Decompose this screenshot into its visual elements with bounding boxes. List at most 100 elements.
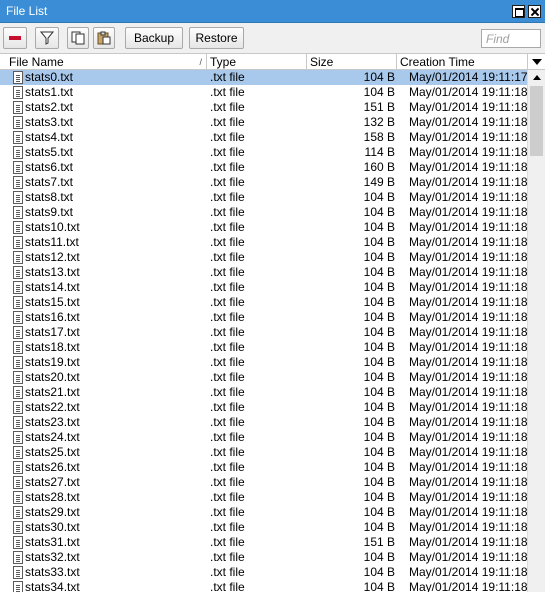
scrollbar-thumb[interactable]	[530, 86, 543, 156]
file-type-cell: .txt file	[210, 70, 245, 84]
table-row[interactable]: stats23.txt .txt file 104 B May/01/2014 19:…	[0, 415, 528, 430]
file-size-cell: 132 B	[363, 115, 395, 129]
file-type-cell: .txt file	[210, 355, 245, 369]
find-input[interactable]	[481, 29, 541, 48]
file-type-cell: .txt file	[210, 445, 245, 459]
file-name-cell: stats3.txt	[25, 115, 74, 129]
text-file-icon	[13, 221, 23, 234]
table-row[interactable]: stats6.txt .txt file 160 B May/01/2014 19:1…	[0, 160, 528, 175]
table-row[interactable]: stats31.txt .txt file 151 B May/01/2014 19:…	[0, 535, 528, 550]
creation-time-cell: May/01/2014 19:11:18	[409, 325, 528, 339]
file-size-cell: 104 B	[363, 340, 395, 354]
file-name-cell: stats26.txt	[25, 460, 80, 474]
column-menu-dropdown-icon[interactable]	[527, 54, 545, 70]
file-name-cell: stats20.txt	[25, 370, 80, 384]
file-name-cell: stats15.txt	[25, 295, 80, 309]
file-type-cell: .txt file	[210, 130, 245, 144]
text-file-icon	[13, 386, 23, 399]
backup-button[interactable]: Backup	[125, 27, 183, 49]
file-name-cell: stats27.txt	[25, 475, 80, 489]
column-header-file-name[interactable]: File Name /	[6, 54, 207, 70]
text-file-icon	[13, 236, 23, 249]
table-row[interactable]: stats2.txt .txt file 151 B May/01/2014 19:1…	[0, 100, 528, 115]
creation-time-cell: May/01/2014 19:11:18	[409, 460, 528, 474]
file-type-cell: .txt file	[210, 280, 245, 294]
scroll-up-icon[interactable]	[528, 70, 545, 85]
remove-button[interactable]	[3, 27, 27, 49]
table-row[interactable]: stats8.txt .txt file 104 B May/01/2014 19:1…	[0, 190, 528, 205]
close-icon[interactable]	[528, 5, 541, 18]
filter-icon	[40, 31, 54, 45]
table-row[interactable]: stats0.txt .txt file 104 B May/01/2014 19:1…	[0, 70, 528, 85]
table-row[interactable]: stats22.txt .txt file 104 B May/01/2014 19:…	[0, 400, 528, 415]
table-row[interactable]: stats26.txt .txt file 104 B May/01/2014 19:…	[0, 460, 528, 475]
creation-time-cell: May/01/2014 19:11:18	[409, 100, 528, 114]
table-row[interactable]: stats17.txt .txt file 104 B May/01/2014 19:…	[0, 325, 528, 340]
table-row[interactable]: stats9.txt .txt file 104 B May/01/2014 19:1…	[0, 205, 528, 220]
window-title: File List	[6, 4, 48, 18]
creation-time-cell: May/01/2014 19:11:18	[409, 580, 528, 592]
file-type-cell: .txt file	[210, 100, 245, 114]
maximize-icon[interactable]	[512, 5, 525, 18]
file-name-cell: stats13.txt	[25, 265, 80, 279]
table-header: File Name / Type Size Creation Time	[0, 54, 527, 70]
file-name-cell: stats0.txt	[25, 70, 74, 84]
column-header-type[interactable]: Type	[207, 54, 307, 70]
file-type-cell: .txt file	[210, 460, 245, 474]
restore-button[interactable]: Restore	[189, 27, 244, 49]
table-row[interactable]: stats18.txt .txt file 104 B May/01/2014 19:…	[0, 340, 528, 355]
creation-time-cell: May/01/2014 19:11:18	[409, 445, 528, 459]
table-row[interactable]: stats10.txt .txt file 104 B May/01/2014 19:…	[0, 220, 528, 235]
text-file-icon	[13, 371, 23, 384]
table-row[interactable]: stats28.txt .txt file 104 B May/01/2014 19:…	[0, 490, 528, 505]
copy-button[interactable]	[67, 27, 89, 49]
table-row[interactable]: stats34.txt .txt file 104 B May/01/2014 19:…	[0, 580, 528, 592]
table-row[interactable]: stats20.txt .txt file 104 B May/01/2014 19:…	[0, 370, 528, 385]
file-type-cell: .txt file	[210, 370, 245, 384]
table-row[interactable]: stats29.txt .txt file 104 B May/01/2014 19:…	[0, 505, 528, 520]
table-row[interactable]: stats14.txt .txt file 104 B May/01/2014 19:…	[0, 280, 528, 295]
creation-time-cell: May/01/2014 19:11:18	[409, 190, 528, 204]
table-row[interactable]: stats21.txt .txt file 104 B May/01/2014 19:…	[0, 385, 528, 400]
file-name-cell: stats5.txt	[25, 145, 74, 159]
text-file-icon	[13, 86, 23, 99]
file-size-cell: 104 B	[363, 70, 395, 84]
table-row[interactable]: stats12.txt .txt file 104 B May/01/2014 19:…	[0, 250, 528, 265]
table-row[interactable]: stats32.txt .txt file 104 B May/01/2014 19:…	[0, 550, 528, 565]
column-header-creation-time[interactable]: Creation Time	[397, 54, 524, 70]
table-row[interactable]: stats30.txt .txt file 104 B May/01/2014 19:…	[0, 520, 528, 535]
file-type-cell: .txt file	[210, 550, 245, 564]
table-row[interactable]: stats24.txt .txt file 104 B May/01/2014 19:…	[0, 430, 528, 445]
text-file-icon	[13, 311, 23, 324]
text-file-icon	[13, 206, 23, 219]
table-row[interactable]: stats16.txt .txt file 104 B May/01/2014 19:…	[0, 310, 528, 325]
file-name-cell: stats11.txt	[25, 235, 79, 249]
table-row[interactable]: stats15.txt .txt file 104 B May/01/2014 19:…	[0, 295, 528, 310]
table-row[interactable]: stats13.txt .txt file 104 B May/01/2014 19:…	[0, 265, 528, 280]
paste-button[interactable]	[93, 27, 115, 49]
text-file-icon	[13, 581, 23, 592]
file-type-cell: .txt file	[210, 85, 245, 99]
table-row[interactable]: stats27.txt .txt file 104 B May/01/2014 19:…	[0, 475, 528, 490]
table-row[interactable]: stats25.txt .txt file 104 B May/01/2014 19:…	[0, 445, 528, 460]
table-row[interactable]: stats3.txt .txt file 132 B May/01/2014 19:1…	[0, 115, 528, 130]
table-row[interactable]: stats11.txt .txt file 104 B May/01/2014 19:…	[0, 235, 528, 250]
file-type-cell: .txt file	[210, 490, 245, 504]
table-row[interactable]: stats33.txt .txt file 104 B May/01/2014 19:…	[0, 565, 528, 580]
column-header-size[interactable]: Size	[307, 54, 397, 70]
file-name-cell: stats19.txt	[25, 355, 80, 369]
table-row[interactable]: stats1.txt .txt file 104 B May/01/2014 19:1…	[0, 85, 528, 100]
table-row[interactable]: stats7.txt .txt file 149 B May/01/2014 19:1…	[0, 175, 528, 190]
text-file-icon	[13, 476, 23, 489]
file-type-cell: .txt file	[210, 535, 245, 549]
file-size-cell: 114 B	[364, 145, 395, 159]
table-row[interactable]: stats19.txt .txt file 104 B May/01/2014 19:…	[0, 355, 528, 370]
file-type-cell: .txt file	[210, 310, 245, 324]
table-row[interactable]: stats5.txt .txt file 114 B May/01/2014 19:1…	[0, 145, 528, 160]
table-row[interactable]: stats4.txt .txt file 158 B May/01/2014 19:1…	[0, 130, 528, 145]
text-file-icon	[13, 506, 23, 519]
filter-button[interactable]	[35, 27, 59, 49]
creation-time-cell: May/01/2014 19:11:18	[409, 130, 528, 144]
file-size-cell: 149 B	[363, 175, 395, 189]
vertical-scrollbar[interactable]	[527, 70, 545, 592]
